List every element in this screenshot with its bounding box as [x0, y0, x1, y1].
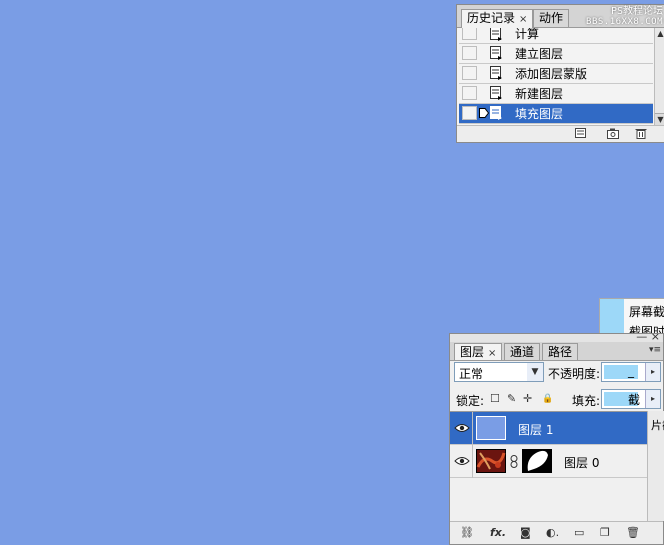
layer-thumbnail[interactable]: [476, 416, 506, 440]
delete-icon[interactable]: [635, 128, 647, 139]
partial-side-text: 片截: [651, 419, 664, 432]
history-state-icon: [490, 106, 502, 120]
history-item-label: 新建图层: [515, 87, 564, 101]
eye-icon[interactable]: [454, 422, 470, 434]
snapshot-source-checkbox[interactable]: [462, 66, 477, 80]
new-group-icon[interactable]: ▭: [574, 526, 584, 539]
lock-icons: ☐ ✎ ✛ 🔒: [490, 389, 560, 407]
delete-layer-icon[interactable]: 🗑: [626, 526, 640, 539]
fill-value: 截: [628, 393, 641, 407]
row-divider: [472, 412, 473, 445]
watermark-line2: BBS.16XX8.COM: [586, 17, 663, 27]
history-list: 计算 建立图层 添加图层蒙版 新建图层 填充图层: [459, 28, 653, 126]
history-item-label: 添加图层蒙版: [515, 67, 588, 81]
tab-layers[interactable]: 图层 ×: [454, 343, 503, 360]
opacity-slider-arrow-icon[interactable]: ▸: [645, 363, 660, 381]
new-document-from-state-icon[interactable]: [575, 128, 587, 139]
tab-history[interactable]: 历史记录 ×: [461, 9, 534, 28]
panel-menu-icon[interactable]: ▾≡: [649, 345, 661, 355]
lock-transparent-pixels-icon[interactable]: ☐: [490, 392, 500, 405]
screenshot-swatch: [600, 299, 624, 335]
tab-layers-label: 图层: [460, 345, 485, 359]
opacity-field[interactable]: _ ▸: [601, 362, 661, 382]
tab-history-label: 历史记录: [467, 11, 516, 25]
tab-actions-label: 动作: [539, 11, 564, 25]
screenshot-label: 屏幕截: [629, 305, 664, 319]
layer-name[interactable]: 图层 0: [564, 454, 599, 471]
fill-label: 填充:: [572, 394, 601, 408]
history-state-icon: [490, 66, 502, 80]
history-item[interactable]: 新建图层: [459, 84, 653, 104]
history-panel: 历史记录 × 动作 PS教程论坛 BBS.16XX8.COM 计算 建立图层 添加…: [456, 4, 664, 143]
chevron-down-icon: ▼: [527, 363, 543, 381]
fill-field[interactable]: 截 ▸: [601, 389, 661, 409]
tab-channels-label: 通道: [510, 345, 535, 359]
opacity-value: _: [628, 364, 634, 378]
history-item-selected[interactable]: 填充图层: [459, 104, 653, 124]
link-layers-icon[interactable]: ⛓: [460, 526, 474, 539]
history-state-icon: [490, 86, 502, 100]
snapshot-source-checkbox[interactable]: [462, 86, 477, 100]
history-scrollbar[interactable]: ▲ ▼: [654, 28, 664, 126]
tab-paths[interactable]: 路径: [542, 343, 579, 360]
snapshot-source-checkbox[interactable]: [462, 106, 477, 120]
history-item[interactable]: 建立图层: [459, 44, 653, 64]
row-divider: [472, 445, 473, 478]
layer-name[interactable]: 图层 1: [518, 421, 553, 438]
adjustment-layer-icon[interactable]: ◐.: [546, 526, 559, 539]
blend-mode-value: 正常: [459, 367, 484, 381]
tab-close-icon[interactable]: ×: [488, 348, 496, 359]
scroll-up-icon[interactable]: ▲: [655, 28, 664, 40]
history-state-icon: [490, 46, 502, 60]
tab-close-icon[interactable]: ×: [519, 14, 527, 25]
history-item[interactable]: 计算: [459, 28, 653, 44]
layer-style-fx-icon[interactable]: fx.: [490, 526, 506, 539]
add-layer-mask-icon[interactable]: ◙: [520, 526, 531, 539]
history-state-icon: [490, 28, 502, 41]
layer-list: 图层 1 图层 0: [450, 411, 647, 522]
opacity-label: 不透明度:: [548, 367, 601, 381]
create-snapshot-icon[interactable]: [607, 128, 619, 139]
history-item-label: 建立图层: [515, 47, 564, 61]
layer-row-1[interactable]: 图层 1: [450, 412, 647, 445]
watermark: PS教程论坛 BBS.16XX8.COM: [586, 6, 663, 28]
mask-link-icon[interactable]: [510, 455, 518, 468]
layer-row-0[interactable]: 图层 0: [450, 445, 647, 478]
tab-channels[interactable]: 通道: [504, 343, 541, 360]
layers-toolbar: ⛓ fx. ◙ ◐. ▭ ❐ 🗑: [450, 521, 663, 544]
lock-image-pixels-icon[interactable]: ✎: [507, 392, 516, 405]
lock-position-icon[interactable]: ✛: [523, 392, 532, 405]
blend-mode-select[interactable]: 正常 ▼: [454, 362, 544, 382]
history-item[interactable]: 添加图层蒙版: [459, 64, 653, 84]
lock-label: 锁定:: [456, 394, 485, 408]
history-tab-bar: 历史记录 × 动作 PS教程论坛 BBS.16XX8.COM: [457, 5, 664, 28]
layers-panel: — × 图层 × 通道 路径 ▾≡ 正常 ▼ 不透明度: _ ▸ 锁定: ☐ ✎ …: [449, 330, 664, 545]
layer-mask-thumbnail[interactable]: [522, 449, 552, 473]
new-layer-icon[interactable]: ❐: [600, 526, 610, 539]
snapshot-source-checkbox[interactable]: [462, 46, 477, 60]
tab-actions[interactable]: 动作: [533, 9, 570, 27]
layers-tab-bar: 图层 × 通道 路径 ▾≡: [450, 342, 663, 361]
eye-icon[interactable]: [454, 455, 470, 467]
snapshot-source-checkbox[interactable]: [462, 28, 477, 40]
history-state-slider-icon[interactable]: [479, 108, 489, 118]
tab-paths-label: 路径: [548, 345, 573, 359]
watermark-line1: PS教程论坛: [610, 6, 663, 17]
history-item-label: 计算: [515, 28, 540, 41]
history-item-label: 填充图层: [515, 107, 564, 121]
history-toolbar: [457, 125, 664, 142]
layer-thumbnail[interactable]: [476, 449, 506, 473]
fill-slider-arrow-icon[interactable]: ▸: [645, 390, 660, 408]
lock-all-icon[interactable]: 🔒: [542, 394, 553, 404]
